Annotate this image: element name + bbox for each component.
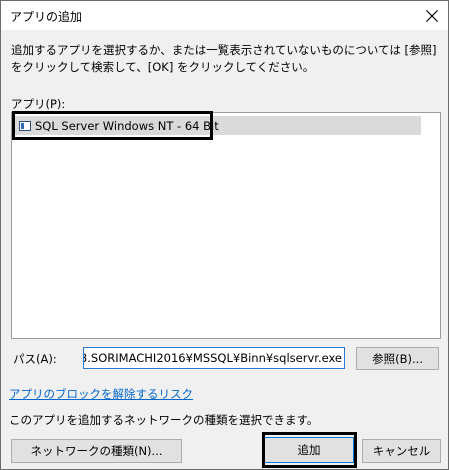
browse-button[interactable]: 参照(B)... [356,347,439,370]
network-type-text: このアプリを追加するネットワークの種類を選択できます。 [9,413,319,427]
title-bar: アプリの追加 [1,1,448,30]
path-label: パス(A): [13,352,57,366]
close-button[interactable] [416,1,448,30]
path-input[interactable]: QL13.SORIMACHI2016¥MSSQL¥Binn¥sqlservr.e… [83,347,345,369]
network-types-button[interactable]: ネットワークの種類(N)... [11,439,182,463]
add-app-dialog: アプリの追加 追加するアプリを選択するか、または一覧表示されていないものについて… [0,0,449,470]
path-value: QL13.SORIMACHI2016¥MSSQL¥Binn¥sqlservr.e… [83,351,342,365]
unblock-risk-link[interactable]: アプリのブロックを解除するリスク [9,386,193,402]
dialog-title: アプリの追加 [10,10,83,24]
highlight-box-app [12,111,213,140]
app-list[interactable]: SQL Server Windows NT - 64 Bit [11,112,441,339]
highlight-box-add [262,432,357,468]
close-icon [426,9,438,22]
instruction-text: 追加するアプリを選択するか、または一覧表示されていないものについては [参照] … [11,43,437,74]
app-list-label: アプリ(P): [11,97,66,111]
cancel-button[interactable]: キャンセル [362,439,441,463]
